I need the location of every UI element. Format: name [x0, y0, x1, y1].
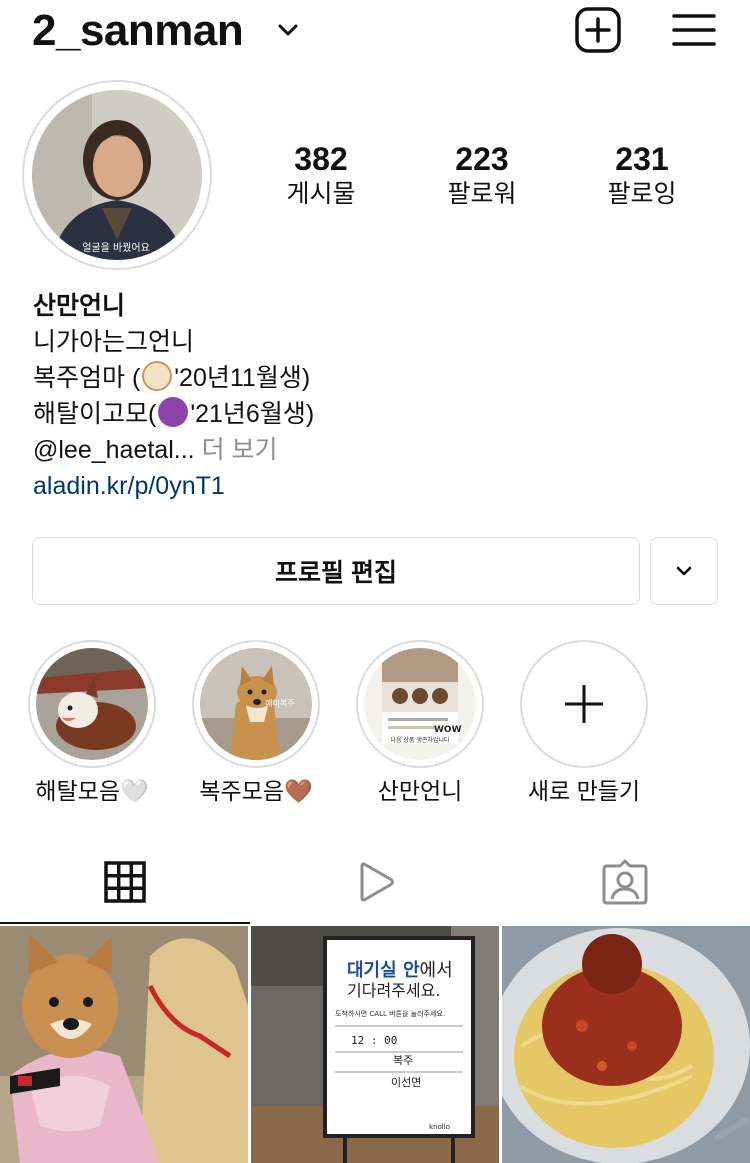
stat-posts[interactable]: 382 게시물: [251, 140, 391, 210]
highlight-ring: 애미복주: [192, 640, 320, 768]
sign-call-hint: 도착하시면 CALL 버튼을 눌러주세요.: [335, 1009, 445, 1018]
bio-line: 복주엄마 ( '20년11월생): [33, 360, 723, 396]
website-link[interactable]: aladin.kr/p/0ynT1: [33, 468, 723, 504]
tagged-user-icon: [602, 859, 648, 905]
sign-person: 이선면: [391, 1076, 421, 1089]
tab-tagged[interactable]: [500, 838, 750, 926]
highlight-sticker: WOW: [434, 725, 462, 735]
sign-brand: knollo: [429, 1123, 450, 1131]
stat-following[interactable]: 231 팔로잉: [572, 140, 712, 210]
play-icon: [360, 862, 394, 902]
sign-name: 복주: [393, 1054, 413, 1067]
stat-value: 223: [455, 141, 509, 177]
stat-value: 231: [615, 141, 669, 177]
post-grid: 대기실 안에서 기다려주세요. 도착하시면 CALL 버튼을 눌러주세요. 12…: [0, 926, 750, 1163]
stat-label: 게시물: [286, 180, 356, 208]
sign-subtitle: 기다려주세요.: [347, 981, 440, 1000]
edit-profile-button[interactable]: 프로필 편집: [32, 537, 640, 605]
new-post-button[interactable]: [574, 6, 622, 54]
suggested-accounts-button[interactable]: [650, 537, 718, 605]
highlight-caption: 애미복주: [265, 699, 294, 708]
post-thumbnail[interactable]: [0, 926, 248, 1163]
new-highlight-button[interactable]: 새로 만들기: [514, 640, 654, 806]
highlight-label: 해탈모음🤍: [35, 778, 149, 804]
bio-line: 니가아는그언니: [33, 328, 195, 356]
dog-emoji-icon: [142, 361, 173, 391]
highlight-cover: [36, 648, 148, 760]
highlight-cover: 애미복주: [200, 648, 312, 760]
stat-value: 382: [294, 141, 348, 177]
stat-followers[interactable]: 223 팔로워: [412, 140, 552, 210]
account-username[interactable]: 2_sanman: [32, 6, 244, 56]
avatar: 얼굴을 바꿨어요: [32, 90, 202, 260]
sign-title: 대기실 안에서: [347, 960, 453, 981]
profile-tabs: [0, 838, 750, 926]
top-bar: 2_sanman: [0, 0, 750, 64]
highlight-caption: 다음 상품 생존자입니다: [390, 736, 449, 744]
highlight-label: 복주모음🤎: [199, 778, 313, 804]
highlight-item[interactable]: 애미복주 복주모음🤎: [186, 640, 326, 806]
highlight-ring: [28, 640, 156, 768]
bio-text: 해탈이고모(: [33, 400, 157, 428]
highlight-ring: WOW 다음 상품 생존자입니다: [356, 640, 484, 768]
tab-reels[interactable]: [250, 838, 500, 926]
sign-title-rest: 에서: [420, 960, 453, 981]
avatar-caption: 얼굴을 바꿨어요: [82, 242, 150, 254]
sign-title-bold: 대기실 안: [347, 960, 420, 981]
bio-line: @lee_haetal... 더 보기: [33, 432, 723, 468]
profile-bio: 산만언니 니가아는그언니 복주엄마 ( '20년11월생) 해탈이고모( '21년6…: [33, 288, 723, 504]
highlight-ring: [520, 640, 648, 768]
bio-text: '21년6월생): [190, 400, 315, 428]
devil-emoji-icon: [158, 397, 189, 427]
sign-time: 12 : 00: [351, 1034, 397, 1047]
bio-text: '20년11월생): [174, 364, 311, 392]
plus-icon: [565, 685, 603, 723]
chevron-down-icon[interactable]: [276, 18, 300, 42]
more-button[interactable]: 더 보기: [202, 436, 278, 464]
post-thumbnail[interactable]: [502, 926, 750, 1163]
highlight-label: 새로 만들기: [527, 778, 641, 804]
tab-grid[interactable]: [0, 838, 250, 926]
bio-line: 해탈이고모( '21년6월생): [33, 396, 723, 432]
stat-label: 팔로워: [447, 180, 517, 208]
grid-icon: [104, 861, 146, 903]
highlight-label: 산만언니: [377, 778, 463, 804]
chevron-down-icon: [676, 566, 692, 576]
highlight-item[interactable]: WOW 다음 상품 생존자입니다 산만언니: [350, 640, 490, 806]
mention-link[interactable]: @lee_haetal...: [33, 436, 195, 464]
profile-avatar-ring[interactable]: 얼굴을 바꿨어요: [22, 80, 212, 270]
active-tab-indicator: [0, 922, 250, 924]
stat-label: 팔로잉: [607, 180, 677, 208]
post-thumbnail[interactable]: 대기실 안에서 기다려주세요. 도착하시면 CALL 버튼을 눌러주세요. 12…: [251, 926, 499, 1163]
display-name: 산만언니: [33, 292, 126, 320]
highlight-item[interactable]: 해탈모음🤍: [22, 640, 162, 806]
hamburger-menu-icon[interactable]: [672, 10, 716, 50]
highlight-cover: WOW 다음 상품 생존자입니다: [364, 648, 476, 760]
bio-text: 복주엄마 (: [33, 364, 141, 392]
